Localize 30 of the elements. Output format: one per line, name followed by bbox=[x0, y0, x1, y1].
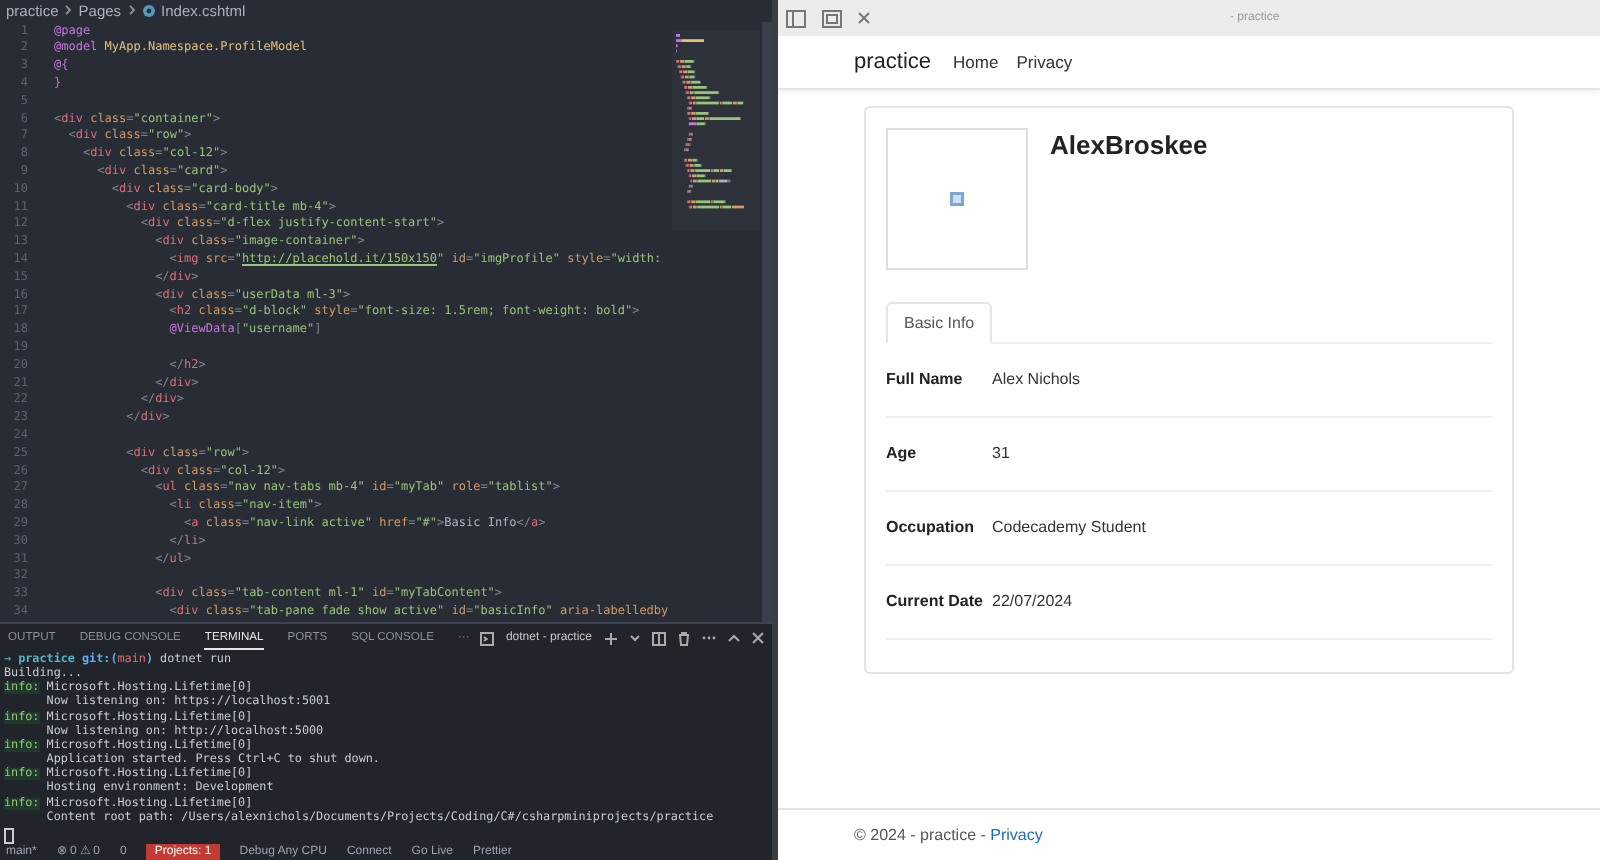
footer-text: © 2024 - practice - bbox=[854, 826, 988, 844]
terminal-icon[interactable] bbox=[479, 631, 494, 646]
nav-link[interactable]: Privacy bbox=[1016, 52, 1073, 72]
caret-icon[interactable] bbox=[630, 634, 640, 643]
field-label: Age bbox=[886, 442, 919, 466]
split-icon[interactable] bbox=[652, 631, 666, 646]
plus-icon[interactable] bbox=[604, 631, 618, 646]
chevron-icon bbox=[64, 4, 73, 17]
field-label: Current Date bbox=[886, 590, 985, 614]
tab[interactable]: Basic Info bbox=[886, 302, 993, 344]
nav-link[interactable]: Home bbox=[953, 52, 999, 72]
broken-image-icon bbox=[950, 192, 964, 206]
chevron-up-icon[interactable] bbox=[728, 634, 740, 643]
chevron-icon bbox=[127, 4, 136, 17]
close-icon[interactable] bbox=[752, 632, 764, 645]
field-value: 31 bbox=[992, 442, 1010, 466]
window-icon[interactable] bbox=[822, 9, 842, 27]
field-label: Occupation bbox=[886, 516, 977, 540]
scrollbar[interactable] bbox=[762, 21, 772, 622]
field-value: Alex Nichols bbox=[992, 368, 1081, 392]
profile-name: AlexBroskee bbox=[1050, 130, 1208, 160]
trash-icon[interactable] bbox=[678, 631, 690, 646]
ellipsis-icon[interactable] bbox=[702, 636, 716, 641]
field-label: Full Name bbox=[886, 368, 965, 392]
field-value: Codecademy Student bbox=[992, 516, 1146, 540]
sidebar-icon[interactable] bbox=[786, 9, 806, 27]
field-value: 22/07/2024 bbox=[992, 590, 1073, 614]
close-icon[interactable] bbox=[858, 12, 870, 24]
brand-link[interactable]: practice bbox=[854, 50, 932, 74]
footer-link[interactable]: Privacy bbox=[990, 826, 1043, 844]
